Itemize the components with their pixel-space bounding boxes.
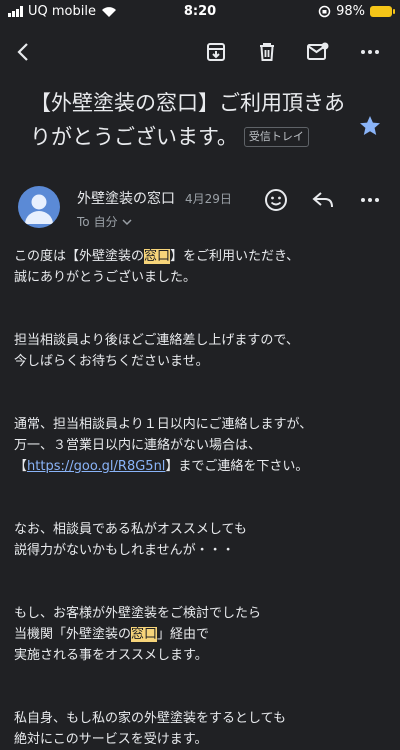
body-line: 今しばらくお待ちくださいませ。 [14,354,209,369]
body-text-segment: 」経由で [157,627,210,642]
contact-link[interactable]: https://goo.gl/R8G5nl [27,459,165,474]
recipient-name: 自分 [93,215,118,229]
star-icon [360,116,380,135]
body-line: 【https://goo.gl/R8G5nl】までご連絡を下さい。 [14,456,390,477]
orientation-lock-icon [318,5,331,18]
back-button[interactable] [10,38,38,66]
back-arrow-icon [17,43,28,61]
body-line: 当機関「外壁塗装の窓口」経由で [14,624,390,645]
more-options-button[interactable] [356,38,384,66]
chevron-down-icon [122,218,132,225]
status-right: 98% [318,4,395,19]
body-line: この度は【外壁塗装の窓口】をご利用いただき、 [14,246,390,267]
body-line: 通常、担当相談員より１日以内にご連絡しますが、 [14,417,313,432]
message-more-button[interactable] [356,186,384,214]
body-line: 担当相談員より後ほどご連絡差し上げますので、 [14,333,299,348]
archive-icon [207,43,225,61]
sender-name[interactable]: 外壁塗装の窓口 [77,188,175,208]
email-toolbar [0,30,400,74]
body-line: 私自身、もし私の家の外壁塗装をするとしても [14,711,286,726]
status-bar: UQ mobile 8:20 98% [0,0,400,24]
body-line: 絶対にこのサービスを受けます。 [14,732,208,747]
body-line: 実施される事をオススメします。 [14,648,208,663]
trash-icon [260,43,274,61]
emoji-reaction-button[interactable] [262,186,290,214]
body-text-segment: 【 [14,459,28,474]
person-icon [25,194,53,224]
mark-unread-icon [307,42,329,60]
email-date: 4月29日 [185,192,232,206]
archive-button[interactable] [202,38,230,66]
more-icon [361,198,379,202]
smiley-icon [265,189,287,211]
body-line: 万一、３営業日以内に連絡がない場合は、 [14,438,262,453]
recipient-line[interactable]: To 自分 [77,213,132,230]
body-line: 誠にありがとうございました。 [14,270,197,285]
to-prefix: To [77,214,90,229]
body-text-segment: 】をご利用いただき、 [170,249,300,264]
battery-icon [370,6,395,17]
inbox-label-chip[interactable]: 受信トレイ [243,127,309,147]
email-body: この度は【外壁塗装の窓口】をご利用いただき、 誠にありがとうございました。 担当… [14,246,390,750]
battery-percent: 98% [336,4,365,19]
search-highlight: 窓口 [144,249,171,264]
mark-unread-button[interactable] [304,38,332,66]
body-text-segment: 当機関「外壁塗装の [14,627,132,642]
body-text-segment: 】までご連絡を下さい。 [165,459,309,474]
body-line: 説得力がないかもしれませんが・・・ [14,543,235,558]
reply-icon [312,192,333,208]
star-button[interactable] [358,114,382,142]
email-subject: 【外壁塗装の窓口】ご利用頂きありがとうございます。 受信トレイ [30,86,350,154]
body-line: もし、お客様が外壁塗装をご検討でしたら [14,606,262,621]
reply-button[interactable] [309,186,337,214]
body-text-segment: この度は【外壁塗装の [14,249,145,264]
delete-button[interactable] [253,38,281,66]
more-icon [361,50,379,54]
avatar[interactable] [18,186,60,228]
search-highlight: 窓口 [131,627,158,642]
sender-row: 外壁塗装の窓口 4月29日 To 自分 [0,182,400,236]
body-line: なお、相談員である私がオススメしても [14,522,247,537]
